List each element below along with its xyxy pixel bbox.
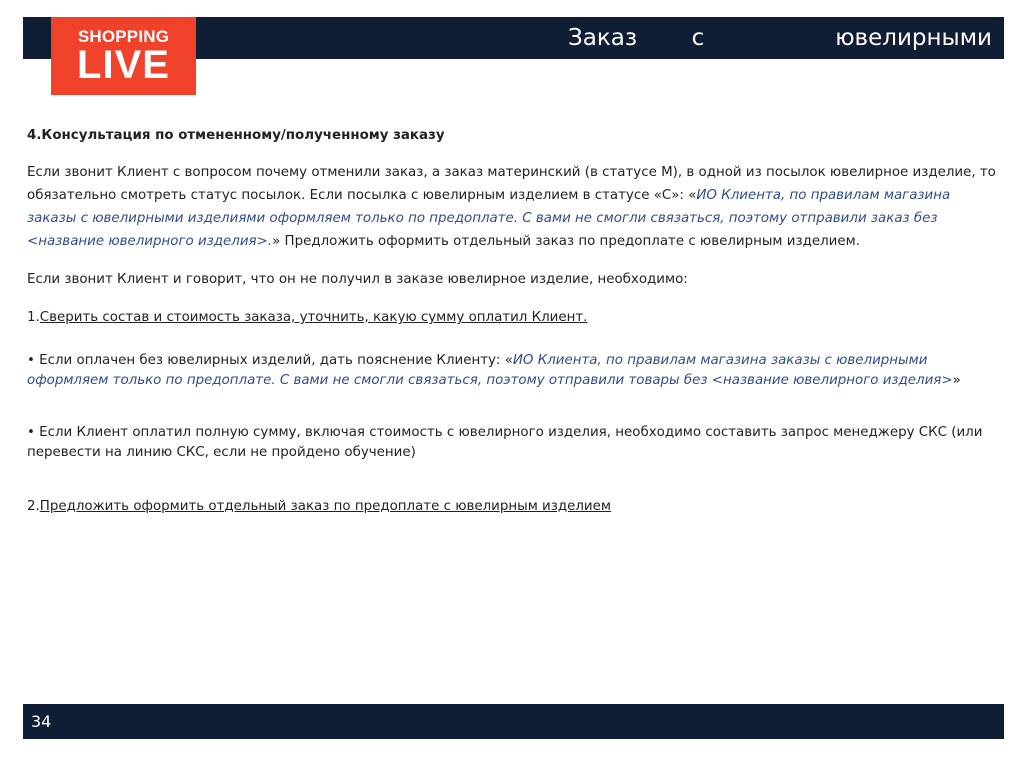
title-word-2: с <box>691 25 705 51</box>
step-number: 2. <box>27 499 40 514</box>
step-text: Предложить оформить отдельный заказ по п… <box>39 499 611 514</box>
logo-line-2: LIVE <box>77 43 170 87</box>
title-word-1: Заказ <box>568 25 638 51</box>
shopping-live-logo: SHOPPING LIVE <box>51 17 196 95</box>
step-1: 1.Сверить состав и стоимость заказа, уто… <box>27 306 1002 329</box>
step-text: Сверить состав и стоимость заказа, уточн… <box>39 310 588 325</box>
bullet-paid-full-amount: • Если Клиент оплатил полную сумму, вклю… <box>27 425 983 460</box>
title-word-3: ювелирными <box>835 25 992 51</box>
slide-content: 4.Консультация по отмененному/полученном… <box>27 124 1002 518</box>
page-number: 34 <box>31 712 52 731</box>
paragraph-cancelled-order: Если звонит Клиент с вопросом почему отм… <box>27 161 1002 253</box>
step-number: 1. <box>27 310 40 325</box>
step-2: 2.Предложить оформить отдельный заказ по… <box>27 495 1002 518</box>
paragraph-text-end: » Предложить оформить отдельный заказ по… <box>272 234 860 249</box>
bullet-paid-without-jewelry: • Если оплачен без ювелирных изделий, да… <box>27 351 1002 391</box>
paragraph-not-received: Если звонит Клиент и говорит, что он не … <box>27 272 688 287</box>
section-title: 4.Консультация по отмененному/полученном… <box>27 128 445 143</box>
bullet-text-end: » <box>952 373 961 388</box>
bullet-text: • Если оплачен без ювелирных изделий, да… <box>27 353 513 368</box>
footer-bar: 34 <box>23 704 1004 739</box>
